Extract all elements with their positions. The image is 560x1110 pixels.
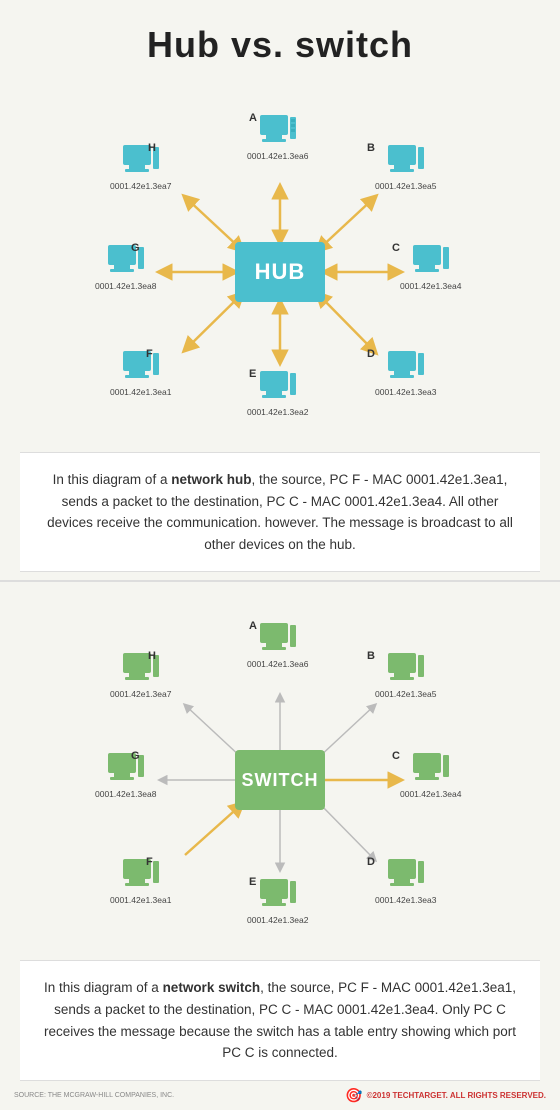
switch-node-b: 0001.42e1.3ea5 B (375, 652, 436, 699)
hub-node-a: 0001.42e1.3ea6 A (247, 114, 308, 161)
switch-node-g: 0001.42e1.3ea8 G (95, 752, 156, 799)
hub-diagram: HUB 0001.42e1.3ea6 A 0001.42e1.3ea5 B 00… (0, 92, 560, 452)
hub-node-e: 0001.42e1.3ea2 E (247, 370, 308, 417)
page-title: Hub vs. switch (0, 0, 560, 82)
hub-node-g: 0001.42e1.3ea8 G (95, 244, 156, 291)
switch-description: In this diagram of a network switch, the… (20, 960, 540, 1080)
hub-node-h: 0001.42e1.3ea7 H (110, 144, 171, 191)
switch-node-f: 0001.42e1.3ea1 F (110, 858, 171, 905)
hub-node-f: 0001.42e1.3ea1 F (110, 350, 171, 397)
hub-node-c: 0001.42e1.3ea4 C (400, 244, 461, 291)
switch-node-e: 0001.42e1.3ea2 E (247, 878, 308, 925)
switch-node-c: 0001.42e1.3ea4 C (400, 752, 461, 799)
techtarget-logo: 🎯 ©2019 TECHTARGET. ALL RIGHTS RESERVED. (345, 1087, 546, 1104)
hub-center: HUB (235, 242, 325, 302)
hub-section: HUB 0001.42e1.3ea6 A 0001.42e1.3ea5 B 00… (0, 82, 560, 572)
switch-diagram: SWITCH 0001.42e1.3ea6 A 0001.42e1.3ea5 B… (0, 600, 560, 960)
hub-node-b: 0001.42e1.3ea5 B (375, 144, 436, 191)
footer: SOURCE: THE MCGRAW-HILL COMPANIES, INC. … (0, 1081, 560, 1110)
section-divider (0, 580, 560, 582)
switch-section: SWITCH 0001.42e1.3ea6 A 0001.42e1.3ea5 B… (0, 590, 560, 1080)
switch-node-a: 0001.42e1.3ea6 A (247, 622, 308, 669)
hub-node-d: 0001.42e1.3ea3 D (375, 350, 436, 397)
switch-node-d: 0001.42e1.3ea3 D (375, 858, 436, 905)
switch-node-h: 0001.42e1.3ea7 H (110, 652, 171, 699)
footer-source: SOURCE: THE MCGRAW-HILL COMPANIES, INC. (14, 1092, 174, 1099)
hub-description: In this diagram of a network hub, the so… (20, 452, 540, 572)
switch-center: SWITCH (235, 750, 325, 810)
